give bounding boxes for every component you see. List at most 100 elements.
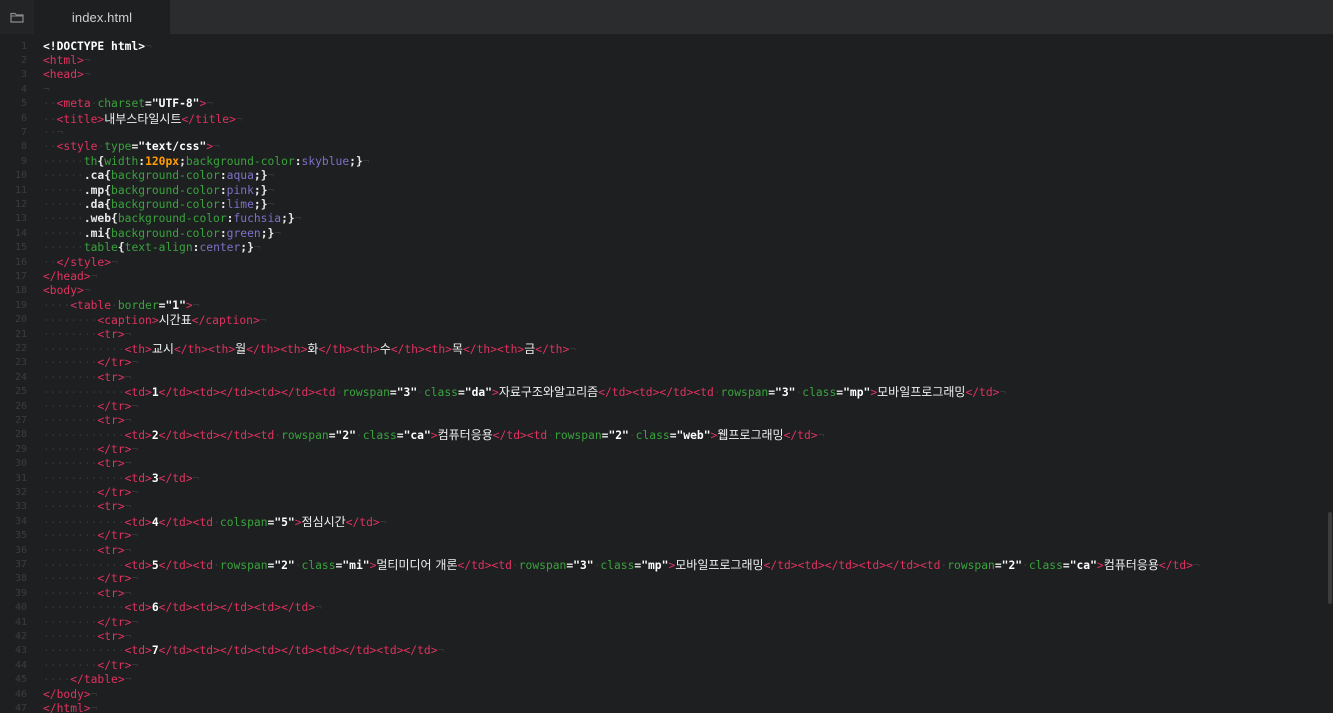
- code-line[interactable]: 17 </head>¬: [0, 270, 1333, 284]
- code-token: <head>: [43, 68, 84, 82]
- code-token: background-color: [117, 212, 227, 226]
- code-line[interactable]: 6 ··<title>내부스타일시트</title>¬: [0, 112, 1333, 126]
- code-editor[interactable]: 1 <!DOCTYPE html>¬ 2 <html>¬ 3 <head>¬ 4 ¬ 5 ··<m…: [0, 34, 1333, 713]
- code-line[interactable]: 12 ······.da{background-color:lime;}¬: [0, 198, 1333, 212]
- code-token: class: [600, 558, 635, 572]
- code-line[interactable]: 29 ········</tr>¬: [0, 443, 1333, 457]
- code-line[interactable]: 36 ········<tr>¬: [0, 544, 1333, 558]
- code-token: ¬: [192, 298, 200, 312]
- sidebar-toggle-button[interactable]: [0, 0, 34, 34]
- line-number: 13: [14, 213, 27, 225]
- code-token: <title>: [56, 112, 105, 126]
- code-token: ¬: [213, 140, 220, 154]
- code-line[interactable]: 44 ········</tr>¬: [0, 659, 1333, 673]
- code-line[interactable]: 38 ········</tr>¬: [0, 572, 1333, 586]
- line-number: 12: [14, 198, 27, 210]
- code-token: class: [301, 558, 336, 572]
- code-line[interactable]: 14 ······.mi{background-color:green;}¬: [0, 227, 1333, 241]
- line-number: 25: [14, 386, 27, 398]
- code-token: ;}: [253, 183, 268, 197]
- code-token: </table>: [70, 673, 125, 687]
- code-token: =: [669, 429, 677, 443]
- code-token: ·: [294, 558, 302, 572]
- code-token: </td><td></td><td: [158, 429, 275, 443]
- code-line[interactable]: 18 <body>¬: [0, 284, 1333, 298]
- code-token: background-color: [111, 169, 220, 183]
- code-line[interactable]: 10 ······.ca{background-color:aqua;}¬: [0, 169, 1333, 183]
- code-text: ····</table>¬: [43, 673, 131, 687]
- code-line[interactable]: 8 ··<style·type="text/css">¬: [0, 140, 1333, 154]
- code-token: ¬: [131, 356, 139, 370]
- code-line[interactable]: 35 ········</tr>¬: [0, 529, 1333, 543]
- code-token: ¬: [124, 629, 132, 643]
- code-text: ············<td>6</td><td></td><td></td>…: [43, 601, 322, 615]
- code-line[interactable]: 5 ··<meta·charset="UTF-8">¬: [0, 97, 1333, 111]
- code-line[interactable]: 9 ······th{width:120px;background-color:s…: [0, 155, 1333, 169]
- code-token: </td><td></td><td></td><td></td><td></td…: [158, 644, 438, 658]
- code-token: "1": [165, 298, 186, 312]
- code-line[interactable]: 26 ········</tr>¬: [0, 400, 1333, 414]
- code-token: 모바일프로그래밍: [877, 385, 966, 400]
- code-line[interactable]: 21 ········<tr>¬: [0, 328, 1333, 342]
- code-line[interactable]: 37 ············<td>5</td><td·rowspan="2"·…: [0, 558, 1333, 572]
- code-line[interactable]: 47 </html>¬: [0, 702, 1333, 713]
- code-line[interactable]: 20 ········<caption>시간표</caption>¬: [0, 313, 1333, 327]
- code-line[interactable]: 24 ········<tr>¬: [0, 371, 1333, 385]
- code-token: ····: [43, 298, 71, 312]
- code-line[interactable]: 4 ¬: [0, 83, 1333, 97]
- code-line[interactable]: 40 ············<td>6</td><td></td><td></t…: [0, 601, 1333, 615]
- code-line[interactable]: 15 ······table{text-align:center;}¬: [0, 241, 1333, 255]
- code-line[interactable]: 41 ········</tr>¬: [0, 616, 1333, 630]
- code-line[interactable]: 13 ······.web{background-color:fuchsia;}¬: [0, 212, 1333, 226]
- code-line[interactable]: 42 ········<tr>¬: [0, 630, 1333, 644]
- code-line[interactable]: 16 ··</style>¬: [0, 256, 1333, 270]
- code-line[interactable]: 43 ············<td>7</td><td></td><td></t…: [0, 644, 1333, 658]
- code-line[interactable]: 30 ········<tr>¬: [0, 457, 1333, 471]
- line-number: 41: [14, 616, 27, 628]
- code-line[interactable]: 33 ········<tr>¬: [0, 500, 1333, 514]
- code-token: </td>: [158, 471, 193, 485]
- code-line[interactable]: 25 ············<td>1</td><td></td><td></t…: [0, 385, 1333, 399]
- code-token: ;}: [253, 197, 268, 211]
- code-token: =: [145, 97, 152, 111]
- code-line[interactable]: 45 ····</table>¬: [0, 673, 1333, 687]
- code-text: ······table{text-align:center;}¬: [43, 241, 261, 255]
- code-token: ·: [213, 558, 220, 572]
- code-line[interactable]: 22 ············<th>교시</th><th>월</th><th>화…: [0, 342, 1333, 356]
- code-line[interactable]: 3 <head>¬: [0, 68, 1333, 82]
- line-number: 40: [14, 602, 27, 614]
- tab-label: index.html: [71, 9, 133, 25]
- code-line[interactable]: 46 </body>¬: [0, 688, 1333, 702]
- code-line[interactable]: 11 ······.mp{background-color:pink;}¬: [0, 184, 1333, 198]
- code-line[interactable]: 27 ········<tr>¬: [0, 414, 1333, 428]
- tab-index-html[interactable]: index.html: [34, 0, 170, 34]
- code-token: "3": [573, 558, 594, 572]
- code-token: rowspan: [219, 558, 268, 572]
- code-line[interactable]: 34 ············<td>4</td><td·colspan="5">…: [0, 515, 1333, 529]
- code-token: ······: [43, 183, 84, 197]
- code-token: ········: [43, 543, 98, 557]
- code-line[interactable]: 23 ········</tr>¬: [0, 356, 1333, 370]
- code-line[interactable]: 1 <!DOCTYPE html>¬: [0, 40, 1333, 54]
- code-token: ¬: [206, 97, 214, 111]
- line-number: 45: [14, 674, 27, 686]
- code-token: 내부스타일시트: [104, 111, 182, 126]
- code-text: ············<td>7</td><td></td><td></td>…: [43, 644, 444, 658]
- code-token: rowspan: [720, 386, 769, 400]
- code-text: ········<tr>¬: [43, 544, 131, 558]
- code-token: </td>: [783, 429, 818, 443]
- code-line[interactable]: 39 ········<tr>¬: [0, 587, 1333, 601]
- code-token: >: [185, 298, 193, 312]
- code-line[interactable]: 32 ········</tr>¬: [0, 486, 1333, 500]
- code-line[interactable]: 31 ············<td>3</td>¬: [0, 472, 1333, 486]
- code-text: ············<td>5</td><td·rowspan="2"·cl…: [43, 558, 1200, 573]
- code-token: ¬: [817, 429, 825, 443]
- code-line[interactable]: 2 <html>¬: [0, 54, 1333, 68]
- code-token: </td><td></td><td></td><td: [763, 558, 941, 572]
- code-line[interactable]: 7 ··¬: [0, 126, 1333, 140]
- code-line[interactable]: 19 ····<table·border="1">¬: [0, 299, 1333, 313]
- code-line[interactable]: 28 ············<td>2</td><td></td><td·row…: [0, 428, 1333, 442]
- code-token: ··: [43, 97, 57, 111]
- vertical-scrollbar[interactable]: [1328, 512, 1332, 604]
- code-token: ······: [43, 169, 84, 183]
